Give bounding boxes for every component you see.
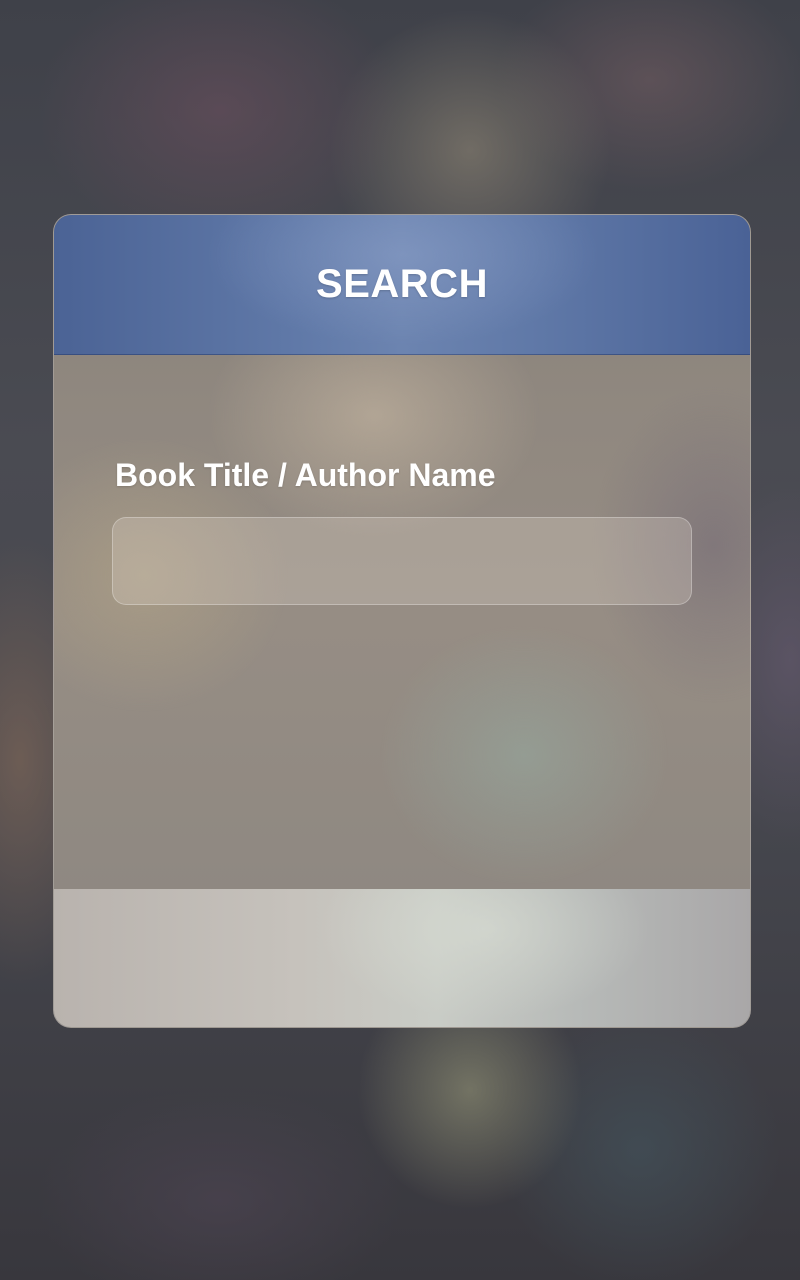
search-panel-header: SEARCH xyxy=(54,215,750,355)
page-title: SEARCH xyxy=(316,262,488,306)
search-input[interactable] xyxy=(112,517,692,605)
search-field-label: Book Title / Author Name xyxy=(115,457,496,493)
search-submit-button[interactable] xyxy=(54,889,750,1027)
search-panel: SEARCH Book Title / Author Name xyxy=(53,214,751,1028)
